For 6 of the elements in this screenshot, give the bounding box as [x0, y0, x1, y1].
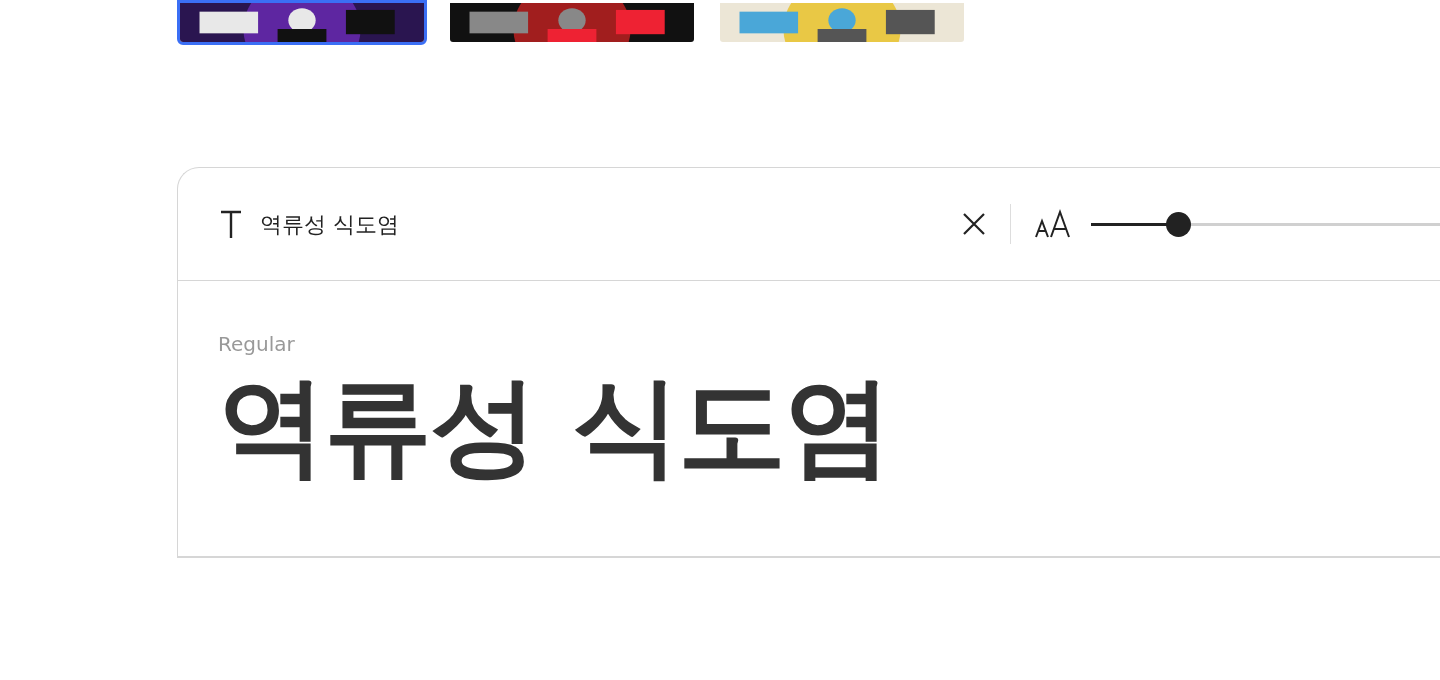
close-icon[interactable]	[962, 212, 986, 236]
text-icon	[220, 210, 242, 238]
font-style-label: Regular	[218, 331, 296, 358]
text-input-field[interactable]: 역류성 식도염	[258, 206, 938, 242]
font-preview-text: 역류성 식도염	[218, 367, 890, 486]
slider-handle[interactable]	[1166, 211, 1192, 237]
